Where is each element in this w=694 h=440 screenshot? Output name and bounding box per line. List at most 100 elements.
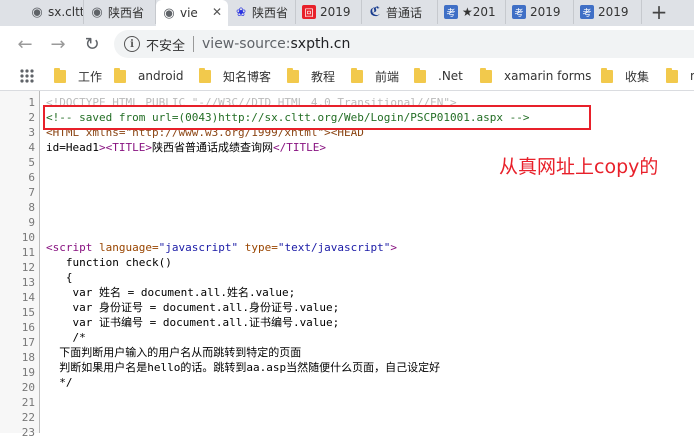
line-number: 10: [21, 231, 35, 244]
tab-5[interactable]: 回 2019: [296, 0, 362, 24]
folder-icon: [666, 67, 678, 83]
tab-8[interactable]: 考 2019: [506, 0, 574, 24]
source-line-16: var 证书编号 = document.all.证书编号.value;: [46, 316, 340, 329]
new-tab-button[interactable]: +: [642, 0, 676, 24]
source-line-4: id=Head1><TITLE>陕西省普通话成绩查询网</TITLE>: [46, 140, 326, 155]
line-number: 6: [28, 171, 35, 184]
folder-icon: [351, 67, 363, 83]
forward-arrow-icon[interactable]: →: [47, 34, 69, 55]
bookmark-folder[interactable]: 教程: [287, 67, 336, 84]
close-icon[interactable]: ✕: [210, 5, 224, 19]
bookmark-folder[interactable]: xamarin forms: [480, 67, 591, 84]
line-number: 16: [21, 321, 35, 334]
bookmark-label: 知名博客: [223, 69, 272, 84]
tab-3-active[interactable]: ◉ vie ✕: [156, 0, 228, 26]
folder-icon: [114, 67, 126, 83]
bookmark-label: 教程: [311, 69, 336, 84]
bookmark-folder[interactable]: 前端: [351, 67, 400, 84]
attr-language-value: "javascript": [158, 241, 239, 254]
line-number: 13: [21, 276, 35, 289]
tab-label: sx.cltt: [48, 5, 84, 19]
source-line-17: /*: [46, 331, 86, 344]
line-number: 2: [28, 111, 35, 124]
line-number: 9: [28, 216, 35, 229]
title-open-tag: ><TITLE>: [99, 141, 152, 154]
bookmark-folder[interactable]: n: [666, 67, 694, 84]
bookmark-folder[interactable]: android: [114, 67, 184, 84]
security-label[interactable]: 不安全: [146, 35, 185, 54]
kao-icon: 考: [512, 5, 526, 19]
tab-strip: ◉ sx.cltt ◉ 陕西省 ◉ vie ✕ ❀ 陕西省 回 2019 ℭ 普…: [0, 0, 694, 26]
tab-label: 陕西省: [252, 5, 289, 20]
bookmark-label: .Net: [438, 69, 463, 83]
line-number: 12: [21, 261, 35, 274]
source-line-14: var 姓名 = document.all.姓名.value;: [46, 286, 296, 299]
folder-icon: [414, 67, 426, 83]
url-scheme: view-source:: [202, 36, 291, 52]
line-number: 21: [21, 396, 35, 409]
bookmark-label: android: [138, 69, 184, 83]
line-number: 15: [21, 306, 35, 319]
bookmark-folder[interactable]: 工作: [54, 67, 103, 84]
line-number: 1: [28, 96, 35, 109]
attr-language: language=: [98, 241, 159, 254]
line-number: 11: [21, 246, 35, 259]
title-text: 陕西省普通话成绩查询网: [151, 141, 273, 154]
toolbar: ← → ↻ i 不安全 view-source:sxpth.cn: [0, 26, 694, 62]
source-line-18: 下面判断用户输入的用户名从而跳转到特定的页面: [46, 346, 302, 359]
attr-value: Head1: [65, 141, 99, 154]
line-number: 20: [21, 381, 35, 394]
bookmark-folder[interactable]: 知名博客: [199, 67, 272, 84]
tab-4[interactable]: ❀ 陕西省: [228, 0, 296, 24]
tab-label: 2019: [320, 5, 351, 19]
source-line-19: 判断如果用户名是hello的话。跳转到aa.asp当然随便什么页面，自己设定好: [46, 361, 441, 374]
annotation-text: 从真网址上copy的: [499, 156, 659, 178]
title-close-tag: </TITLE>: [272, 141, 326, 154]
tab-label: vie: [180, 6, 198, 20]
red-square-icon: 回: [302, 5, 316, 19]
back-arrow-icon[interactable]: ←: [14, 34, 36, 55]
apps-grid-icon[interactable]: [19, 68, 35, 84]
line-number: 19: [21, 366, 35, 379]
tab-2[interactable]: ◉ 陕西省: [84, 0, 156, 24]
bookmark-label: n: [690, 69, 694, 83]
divider: [193, 36, 195, 52]
url-text[interactable]: view-source:sxpth.cn: [202, 36, 350, 52]
folder-icon: [480, 67, 492, 83]
globe-icon: ◉: [163, 5, 175, 21]
attr-name: id=: [46, 141, 66, 154]
bookmark-folder[interactable]: 收集: [601, 67, 649, 84]
source-line-15: var 身份证号 = document.all.身份证号.value;: [46, 301, 340, 314]
globe-icon: ◉: [91, 4, 103, 20]
baidu-paw-icon: ❀: [235, 5, 247, 19]
line-number: 14: [21, 291, 35, 304]
tab-label: 2019: [598, 5, 629, 19]
cn-logo-icon: ℭ: [369, 4, 381, 20]
source-line-12: function check(): [46, 256, 172, 269]
line-number: 22: [21, 411, 35, 424]
folder-icon: [199, 67, 211, 83]
address-bar[interactable]: i 不安全 view-source:sxpth.cn: [114, 30, 694, 58]
info-icon[interactable]: i: [124, 36, 140, 52]
tab-7[interactable]: 考 ★201: [438, 0, 506, 24]
tab-6[interactable]: ℭ 普通话: [362, 0, 438, 24]
bookmark-label: 工作: [78, 69, 103, 84]
line-number: 4: [28, 141, 35, 154]
source-line-13: {: [46, 271, 73, 284]
folder-icon: [54, 67, 66, 83]
bookmark-folder[interactable]: .Net: [414, 67, 463, 84]
tag-end: >: [390, 241, 398, 254]
tab-label: 普通话: [386, 5, 423, 20]
line-number: 8: [28, 201, 35, 214]
reload-icon[interactable]: ↻: [81, 34, 103, 55]
attr-type: type=: [238, 241, 278, 254]
bookmark-label: 前端: [375, 69, 400, 84]
source-line-20: */: [46, 376, 73, 389]
script-open-tag: <script: [46, 241, 99, 254]
tab-1[interactable]: ◉ sx.cltt: [24, 0, 84, 24]
line-number: 3: [28, 126, 35, 139]
tab-9[interactable]: 考 2019: [574, 0, 642, 24]
folder-icon: [287, 67, 299, 83]
line-number: 17: [21, 336, 35, 349]
kao-icon: 考: [580, 5, 594, 19]
